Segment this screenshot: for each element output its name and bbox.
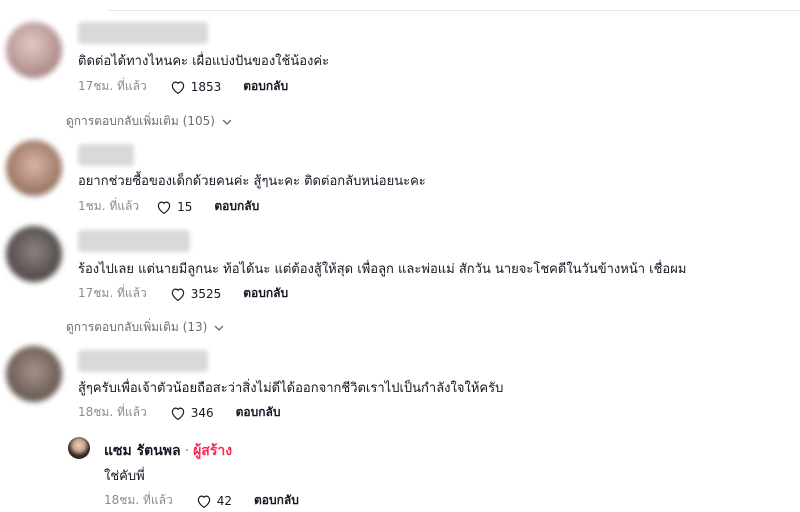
- heart-outline-icon: [171, 81, 184, 94]
- like-count: 346: [190, 405, 214, 420]
- like-button[interactable]: 1853: [169, 78, 222, 96]
- creator-badge: ผู้สร้าง: [193, 443, 233, 459]
- comment-meta: 17ชม. ที่แล้ว 1853 ตอบกลับ: [78, 77, 288, 96]
- timestamp: 18ชม. ที่แล้ว: [104, 493, 173, 507]
- timestamp: 17ชม. ที่แล้ว: [78, 286, 147, 300]
- reply-text: ใช่คับพี่: [104, 469, 145, 484]
- heart-outline-icon: [157, 201, 171, 214]
- heart-outline-icon: [171, 407, 184, 420]
- reply-button[interactable]: ตอบกลับ: [236, 403, 281, 422]
- timestamp: 1ชม. ที่แล้ว: [78, 199, 140, 213]
- timestamp: 17ชม. ที่แล้ว: [78, 79, 147, 93]
- view-more-replies[interactable]: ดูการตอบกลับเพิ่มเติม (105): [66, 112, 233, 131]
- like-button[interactable]: 42: [195, 492, 232, 510]
- view-more-label: ดูการตอบกลับเพิ่มเติม (105): [66, 114, 215, 128]
- like-button[interactable]: 3525: [169, 285, 222, 303]
- comment-text: ร้องไปเลย แต่นายมีลูกนะ ท้อได้นะ แต่ต้อง…: [78, 262, 687, 277]
- username-redacted[interactable]: [78, 350, 208, 372]
- reply-meta: 18ชม. ที่แล้ว 42 ตอบกลับ: [104, 491, 299, 510]
- creator-avatar[interactable]: [68, 437, 90, 459]
- separator: ·: [184, 443, 190, 459]
- avatar[interactable]: [6, 346, 62, 402]
- like-button[interactable]: 346: [169, 404, 214, 422]
- chevron-down-icon: [215, 325, 224, 331]
- comment-text: อยากช่วยซื้อของเด็กด้วยคนค่ะ สู้ๆนะคะ ติ…: [78, 174, 426, 189]
- like-count: 3525: [190, 286, 222, 301]
- avatar[interactable]: [6, 22, 62, 78]
- comment-text: ติดต่อได้ทางไหนคะ เผื่อแบ่งปันของใช้น้อง…: [78, 54, 330, 69]
- heart-outline-icon: [197, 495, 210, 508]
- heart-outline-icon: [171, 288, 184, 301]
- like-count: 42: [216, 493, 232, 508]
- reply-button[interactable]: ตอบกลับ: [243, 284, 288, 303]
- like-count: 1853: [190, 79, 222, 94]
- comment-meta: 17ชม. ที่แล้ว 3525 ตอบกลับ: [78, 284, 288, 303]
- timestamp: 18ชม. ที่แล้ว: [78, 405, 147, 419]
- comment-meta: 18ชม. ที่แล้ว 346 ตอบกลับ: [78, 403, 280, 422]
- creator-name[interactable]: แซม รัตนพล: [104, 443, 181, 459]
- like-count: 15: [177, 199, 193, 214]
- avatar[interactable]: [6, 226, 62, 282]
- reply-button[interactable]: ตอบกลับ: [254, 491, 299, 510]
- view-more-label: ดูการตอบกลับเพิ่มเติม (13): [66, 320, 208, 334]
- view-more-replies[interactable]: ดูการตอบกลับเพิ่มเติม (13): [66, 318, 225, 337]
- username-redacted[interactable]: [78, 22, 208, 44]
- comment-meta: 1ชม. ที่แล้ว 15 ตอบกลับ: [78, 197, 259, 216]
- divider: [108, 10, 800, 11]
- comment-text: สู้ๆครับเพื่อเจ้าตัวน้อยถือสะว่าสิ่งไม่ด…: [78, 381, 504, 396]
- username-redacted[interactable]: [78, 230, 190, 252]
- like-button[interactable]: 15: [155, 198, 192, 216]
- username-redacted[interactable]: [78, 144, 134, 166]
- chevron-down-icon: [222, 119, 232, 125]
- reply-button[interactable]: ตอบกลับ: [214, 197, 259, 216]
- creator-name-row: แซม รัตนพล · ผู้สร้าง: [104, 440, 232, 462]
- avatar[interactable]: [6, 140, 62, 196]
- reply-button[interactable]: ตอบกลับ: [243, 77, 288, 96]
